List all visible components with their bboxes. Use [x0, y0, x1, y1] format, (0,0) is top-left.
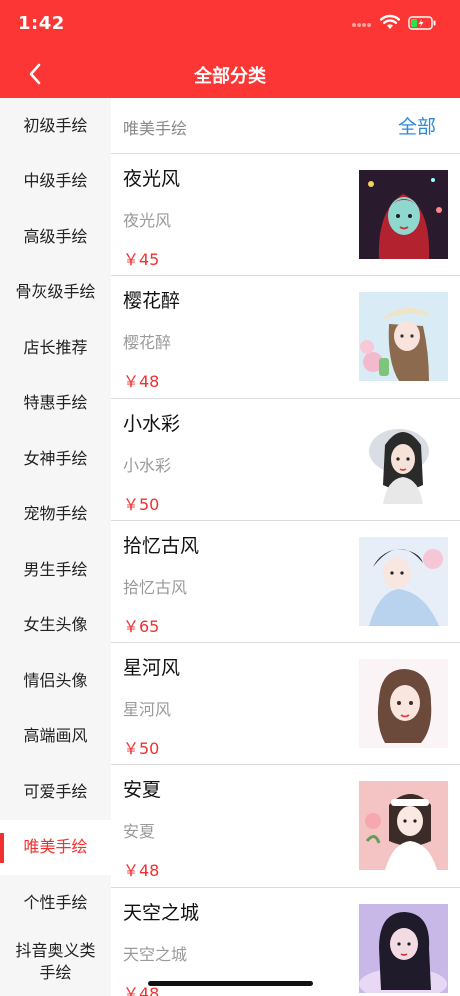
- view-all-button[interactable]: 全部: [398, 112, 436, 139]
- sidebar-item-label: 中级手绘: [23, 171, 88, 191]
- sidebar-item[interactable]: 中级手绘: [0, 154, 111, 210]
- product-subtitle: 星河风: [123, 700, 172, 720]
- status-time: 1:42: [18, 13, 65, 34]
- product-name: 拾忆古风: [123, 534, 200, 557]
- home-indicator[interactable]: [148, 981, 313, 986]
- product-thumbnail: [359, 781, 448, 871]
- sidebar-item-label: 情侣头像: [23, 670, 88, 690]
- product-price: ￥45: [123, 250, 160, 269]
- sidebar-item[interactable]: 高级手绘: [0, 209, 111, 265]
- sidebar-item-label: 店长推荐: [23, 337, 88, 357]
- sidebar-item-label: 宠物手绘: [23, 504, 88, 524]
- product-row[interactable]: 拾忆古风 拾忆古风 ￥65: [111, 521, 460, 644]
- sidebar-item[interactable]: 女神手绘: [0, 431, 111, 487]
- status-icons: [352, 14, 436, 34]
- sidebar-item-label: 高级手绘: [23, 226, 88, 246]
- sidebar-item[interactable]: 可爱手绘: [0, 764, 111, 820]
- current-category-label: 唯美手绘: [123, 119, 188, 138]
- product-subtitle: 小水彩: [123, 455, 172, 475]
- sidebar-item[interactable]: 男生手绘: [0, 542, 111, 598]
- sidebar-item-label: 可爱手绘: [23, 781, 88, 801]
- sidebar-item[interactable]: 个性手绘: [0, 875, 111, 931]
- product-name: 星河风: [123, 657, 181, 680]
- wifi-icon: [380, 14, 400, 34]
- product-thumbnail: [359, 903, 448, 993]
- product-subtitle: 樱花醉: [123, 333, 172, 353]
- product-thumbnail: [359, 659, 448, 749]
- sidebar-item[interactable]: 抖音奥义类手绘: [0, 931, 111, 993]
- sidebar-item[interactable]: 宠物手绘: [0, 487, 111, 543]
- product-thumbnail: [359, 170, 448, 259]
- product-name: 安夏: [123, 779, 162, 802]
- product-row[interactable]: 樱花醉 樱花醉 ￥48: [111, 276, 460, 399]
- product-price: ￥50: [123, 739, 160, 759]
- product-name: 樱花醉: [123, 290, 181, 313]
- product-row[interactable]: 安夏 安夏 ￥48: [111, 765, 460, 888]
- product-row[interactable]: 星河风 星河风 ￥50: [111, 643, 460, 766]
- sidebar-item[interactable]: 特惠手绘: [0, 376, 111, 432]
- product-price: ￥48: [123, 861, 160, 881]
- category-sidebar: 初级手绘 中级手绘 高级手绘 骨灰级手绘 店长推荐 特惠手绘 女神手绘 宠物手绘…: [0, 98, 111, 996]
- product-subtitle: 天空之城: [123, 944, 188, 964]
- sidebar-item-label: 高端画风: [23, 726, 88, 746]
- sidebar-item-label: 抖音奥义类手绘: [15, 940, 96, 982]
- product-name: 天空之城: [123, 901, 200, 924]
- page-title: 全部分类: [194, 66, 266, 87]
- category-header: 唯美手绘 全部: [111, 98, 460, 154]
- product-panel: 唯美手绘 全部 夜光风 夜光风 ￥45 樱花醉 樱花醉 ￥48 小水彩 小水彩 …: [111, 98, 460, 996]
- product-row[interactable]: 小水彩 小水彩 ￥50: [111, 399, 460, 521]
- sidebar-item[interactable]: 高端画风: [0, 709, 111, 765]
- product-thumbnail: [359, 292, 448, 382]
- sidebar-item-label: 女神手绘: [23, 448, 88, 468]
- product-name: 小水彩: [123, 412, 181, 435]
- product-price: ￥48: [123, 372, 160, 392]
- sidebar-item-active[interactable]: 唯美手绘: [0, 819, 111, 875]
- battery-icon: [408, 15, 436, 34]
- product-price: ￥50: [123, 494, 160, 514]
- sidebar-item-label: 男生手绘: [23, 559, 88, 579]
- product-subtitle: 安夏: [123, 822, 156, 842]
- sidebar-item[interactable]: 骨灰级手绘: [0, 265, 111, 321]
- sidebar-item-label: 个性手绘: [23, 892, 88, 912]
- product-price: ￥65: [123, 616, 160, 636]
- product-row[interactable]: 夜光风 夜光风 ￥45: [111, 154, 460, 277]
- sidebar-item-label: 特惠手绘: [23, 393, 88, 413]
- top-bar: 1:42 全部分类: [0, 0, 460, 98]
- sidebar-item[interactable]: 女生头像: [0, 598, 111, 654]
- sidebar-item[interactable]: 初级手绘: [0, 98, 111, 154]
- product-thumbnail: [359, 414, 448, 504]
- sidebar-item[interactable]: 店长推荐: [0, 320, 111, 376]
- sidebar-item-label: 初级手绘: [23, 115, 88, 135]
- signal-icon: [352, 15, 372, 34]
- product-thumbnail: [359, 536, 448, 626]
- sidebar-item-label: 女生头像: [23, 615, 88, 635]
- product-subtitle: 拾忆古风: [123, 577, 188, 597]
- sidebar-item-label: 骨灰级手绘: [15, 282, 96, 302]
- sidebar-item[interactable]: 情侣头像: [0, 653, 111, 709]
- sidebar-item-label: 唯美手绘: [23, 837, 88, 857]
- product-subtitle: 夜光风: [123, 211, 172, 230]
- product-name: 夜光风: [123, 168, 181, 190]
- product-row[interactable]: 天空之城 天空之城 ￥48: [111, 888, 460, 996]
